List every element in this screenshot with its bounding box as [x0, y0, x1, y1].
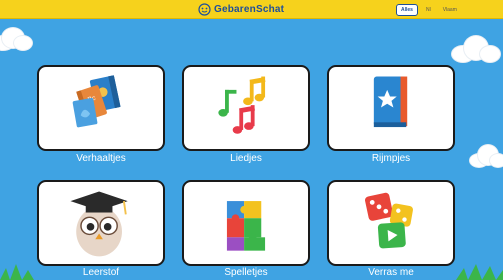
logo-icon	[198, 3, 211, 16]
lang-option-alles[interactable]: Alles	[396, 3, 418, 16]
graduation-owl-icon	[70, 191, 128, 257]
star-book-icon	[373, 76, 408, 128]
books-icon: Bc	[72, 75, 121, 128]
top-bar: GebarenSchat Alles Nl Vlaam	[0, 0, 503, 19]
tile-rijmpjes[interactable]	[327, 65, 455, 151]
tile-verhaaltjes[interactable]: Bc	[37, 65, 165, 151]
app-logo[interactable]: GebarenSchat	[198, 2, 284, 17]
tile-label-spelletjes: Spelletjes	[224, 267, 268, 278]
lang-option-nl[interactable]: Nl	[422, 5, 435, 15]
grass-left	[0, 264, 34, 280]
puzzle-icon	[226, 201, 266, 251]
tile-label-leerstof: Leerstof	[82, 267, 120, 278]
tile-verras-me[interactable]	[327, 180, 455, 266]
language-switcher: Alles Nl Vlaam	[396, 2, 461, 17]
dice-icon	[365, 192, 413, 249]
tile-label-liedjes: Liedjes	[230, 153, 262, 164]
tile-label-verras-me: Verras me	[368, 267, 414, 278]
music-notes-icon	[218, 76, 266, 134]
cloud-right-middle	[470, 145, 503, 167]
cloud-left	[0, 26, 32, 50]
app-name: GebarenSchat	[214, 4, 285, 15]
tile-liedjes[interactable]	[182, 65, 310, 151]
tile-label-verhaaltjes: Verhaaltjes	[76, 153, 126, 164]
tile-spelletjes[interactable]	[182, 180, 310, 266]
lang-option-vlaam[interactable]: Vlaam	[439, 5, 461, 15]
grass-right	[456, 264, 503, 280]
tile-leerstof[interactable]	[37, 180, 165, 266]
tile-label-rijmpjes: Rijmpjes	[371, 153, 411, 164]
cloud-right-top	[452, 34, 500, 62]
